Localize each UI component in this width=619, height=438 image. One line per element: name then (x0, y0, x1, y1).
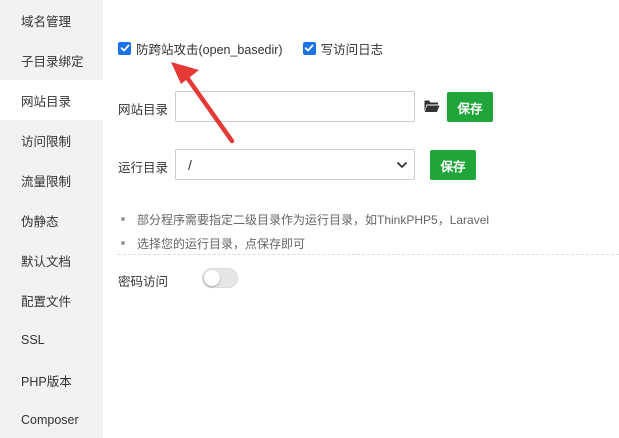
anti-cross-site-checkbox[interactable] (118, 41, 131, 55)
sidebar: 域名管理 子目录绑定 网站目录 访问限制 流量限制 伪静态 默认文档 配置文件 … (0, 0, 103, 438)
sidebar-item-subdirectory-binding[interactable]: 子目录绑定 (0, 40, 103, 80)
divider (118, 254, 619, 255)
tip-text: 选择您的运行目录，点保存即可 (137, 236, 306, 251)
sidebar-item-label: PHP版本 (21, 374, 72, 389)
list-item: 选择您的运行目录，点保存即可 (118, 231, 489, 255)
site-directory-label: 网站目录 (118, 103, 169, 117)
sidebar-item-site-directory[interactable]: 网站目录 (0, 80, 103, 120)
main-panel: 防跨站攻击(open_basedir) 写访问日志 网站目录 保存 运行目录 /… (103, 0, 619, 438)
write-access-log-label: 写访问日志 (320, 42, 384, 57)
check-icon (120, 44, 129, 52)
list-item: 部分程序需要指定二级目录作为运行目录，如ThinkPHP5，Laravel (118, 207, 489, 231)
password-access-toggle[interactable] (202, 268, 238, 288)
sidebar-item-label: 默认文档 (21, 254, 72, 269)
run-directory-select[interactable]: / (175, 149, 415, 180)
site-directory-input[interactable] (175, 91, 415, 122)
password-access-label: 密码访问 (118, 275, 169, 289)
write-access-log-option[interactable]: 写访问日志 (302, 39, 384, 58)
bullet-icon (121, 241, 125, 245)
sidebar-item-label: 伪静态 (21, 214, 59, 229)
sidebar-item-label: 子目录绑定 (21, 54, 84, 69)
save-run-directory-button[interactable]: 保存 (430, 150, 476, 180)
folder-open-icon[interactable] (424, 99, 440, 113)
sidebar-item-label: 流量限制 (21, 174, 72, 189)
sidebar-item-config-file[interactable]: 配置文件 (0, 280, 103, 320)
sidebar-item-access-restriction[interactable]: 访问限制 (0, 120, 103, 160)
sidebar-item-rewrite[interactable]: 伪静态 (0, 200, 103, 240)
sidebar-item-label: Composer (21, 413, 79, 427)
tip-text: 部分程序需要指定二级目录作为运行目录，如ThinkPHP5，Laravel (137, 212, 490, 227)
write-access-log-checkbox[interactable] (302, 41, 316, 55)
options-row: 防跨站攻击(open_basedir) 写访问日志 (118, 39, 403, 57)
sidebar-item-traffic-limit[interactable]: 流量限制 (0, 160, 103, 200)
chevron-down-icon (397, 162, 407, 168)
sidebar-item-label: 配置文件 (21, 294, 72, 309)
sidebar-item-composer[interactable]: Composer (0, 400, 103, 438)
sidebar-item-label: 网站目录 (21, 94, 72, 109)
sidebar-item-label: 域名管理 (21, 14, 72, 29)
save-site-directory-button[interactable]: 保存 (447, 92, 493, 122)
toggle-knob (204, 270, 220, 286)
sidebar-item-label: 访问限制 (21, 134, 72, 149)
bullet-icon (121, 217, 125, 221)
tips-list: 部分程序需要指定二级目录作为运行目录，如ThinkPHP5，Laravel 选择… (118, 207, 489, 255)
run-directory-selected-value: / (188, 156, 192, 173)
sidebar-item-default-document[interactable]: 默认文档 (0, 240, 103, 280)
site-settings-window: 域名管理 子目录绑定 网站目录 访问限制 流量限制 伪静态 默认文档 配置文件 … (0, 0, 619, 438)
sidebar-item-domain-management[interactable]: 域名管理 (0, 0, 103, 40)
sidebar-item-label: SSL (21, 333, 45, 347)
sidebar-item-php-version[interactable]: PHP版本 (0, 360, 103, 400)
run-directory-label: 运行目录 (118, 161, 169, 175)
anti-cross-site-label: 防跨站攻击(open_basedir) (136, 42, 283, 57)
sidebar-item-ssl[interactable]: SSL (0, 320, 103, 360)
check-icon (304, 44, 314, 52)
anti-cross-site-option[interactable]: 防跨站攻击(open_basedir) (118, 39, 283, 58)
